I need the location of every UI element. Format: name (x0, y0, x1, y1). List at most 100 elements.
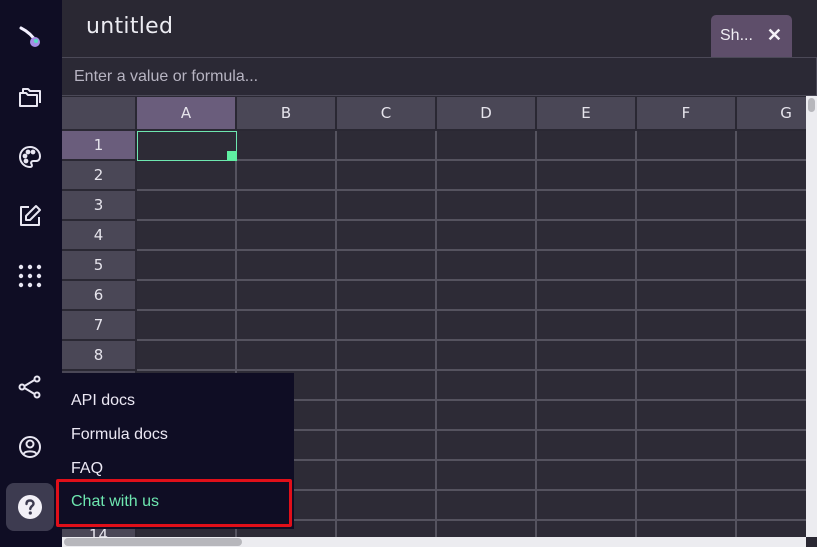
grid-cell[interactable] (737, 161, 807, 191)
row-header[interactable]: 7 (62, 311, 137, 341)
vertical-scrollbar[interactable] (806, 96, 817, 537)
grid-cell[interactable] (437, 521, 537, 537)
grid-cell[interactable] (637, 221, 737, 251)
column-header[interactable]: C (337, 97, 437, 131)
grid-cell[interactable] (337, 341, 437, 371)
grid-cell[interactable] (137, 221, 237, 251)
grid-cell[interactable] (637, 401, 737, 431)
sidebar-item-share[interactable] (6, 363, 54, 411)
grid-cell[interactable] (437, 371, 537, 401)
row-header[interactable]: 1 (62, 131, 137, 161)
grid-cell[interactable] (737, 221, 807, 251)
grid-cell[interactable] (137, 251, 237, 281)
fill-handle[interactable] (227, 151, 237, 161)
grid-cell[interactable] (537, 221, 637, 251)
grid-cell[interactable] (537, 191, 637, 221)
tab-sheet[interactable]: Sh... ✕ (711, 15, 792, 57)
grid-cell[interactable] (337, 401, 437, 431)
grid-cell[interactable] (437, 341, 537, 371)
grid-cell[interactable] (337, 491, 437, 521)
grid-cell[interactable] (637, 251, 737, 281)
grid-cell[interactable] (437, 161, 537, 191)
grid-cell[interactable] (337, 461, 437, 491)
grid-cell[interactable] (337, 431, 437, 461)
menu-item-formula-docs[interactable]: Formula docs (71, 426, 168, 444)
grid-cell[interactable] (737, 521, 807, 537)
grid-cell[interactable] (637, 341, 737, 371)
sidebar-item-edit[interactable] (6, 192, 54, 240)
horizontal-scroll-thumb[interactable] (64, 538, 242, 546)
grid-cell[interactable] (237, 341, 337, 371)
grid-cell[interactable] (537, 401, 637, 431)
grid-cell[interactable] (537, 341, 637, 371)
grid-cell[interactable] (637, 131, 737, 161)
grid-cell[interactable] (737, 251, 807, 281)
grid-cell[interactable] (737, 311, 807, 341)
grid-cell[interactable] (737, 491, 807, 521)
grid-cell[interactable] (137, 281, 237, 311)
row-header[interactable]: 8 (62, 341, 137, 371)
grid-cell[interactable] (637, 281, 737, 311)
grid-cell[interactable] (537, 431, 637, 461)
grid-cell[interactable] (137, 161, 237, 191)
grid-cell[interactable] (537, 161, 637, 191)
grid-cell[interactable] (437, 311, 537, 341)
grid-cell[interactable] (737, 431, 807, 461)
sidebar-item-theme[interactable] (6, 133, 54, 181)
column-header[interactable]: A (137, 97, 237, 131)
vertical-scroll-thumb[interactable] (808, 98, 815, 112)
sidebar-item-help[interactable] (6, 483, 54, 531)
grid-cell[interactable] (437, 251, 537, 281)
column-header[interactable]: E (537, 97, 637, 131)
grid-cell[interactable] (537, 521, 637, 537)
grid-cell[interactable] (337, 521, 437, 537)
horizontal-scrollbar[interactable] (62, 537, 806, 547)
grid-cell[interactable] (237, 281, 337, 311)
grid-cell[interactable] (337, 371, 437, 401)
row-header[interactable]: 2 (62, 161, 137, 191)
grid-cell[interactable] (437, 191, 537, 221)
row-header[interactable]: 3 (62, 191, 137, 221)
row-header[interactable]: 5 (62, 251, 137, 281)
menu-item-faq[interactable]: FAQ (71, 460, 103, 478)
grid-cell[interactable] (637, 371, 737, 401)
column-header[interactable]: D (437, 97, 537, 131)
document-title[interactable]: untitled (86, 14, 173, 39)
grid-cell[interactable] (637, 491, 737, 521)
grid-cell[interactable] (637, 311, 737, 341)
active-cell[interactable] (137, 131, 237, 161)
row-header[interactable]: 4 (62, 221, 137, 251)
grid-cell[interactable] (537, 491, 637, 521)
grid-cell[interactable] (737, 281, 807, 311)
grid-cell[interactable] (637, 461, 737, 491)
grid-cell[interactable] (637, 191, 737, 221)
grid-cell[interactable] (737, 401, 807, 431)
grid-cell[interactable] (737, 461, 807, 491)
grid-cell[interactable] (137, 191, 237, 221)
grid-cell[interactable] (337, 161, 437, 191)
grid-cell[interactable] (537, 461, 637, 491)
logo-button[interactable] (6, 14, 54, 62)
grid-cell[interactable] (537, 281, 637, 311)
grid-cell[interactable] (437, 461, 537, 491)
grid-cell[interactable] (537, 371, 637, 401)
grid-cell[interactable] (737, 191, 807, 221)
grid-cell[interactable] (237, 191, 337, 221)
grid-cell[interactable] (337, 221, 437, 251)
grid-cell[interactable] (137, 311, 237, 341)
grid-cell[interactable] (237, 161, 337, 191)
grid-cell[interactable] (337, 281, 437, 311)
grid-cell[interactable] (737, 371, 807, 401)
grid-cell[interactable] (637, 161, 737, 191)
sidebar-item-account[interactable] (6, 423, 54, 471)
column-header[interactable]: F (637, 97, 737, 131)
grid-cell[interactable] (437, 221, 537, 251)
column-header[interactable]: B (237, 97, 337, 131)
grid-cell[interactable] (537, 311, 637, 341)
grid-cell[interactable] (437, 131, 537, 161)
grid-cell[interactable] (337, 311, 437, 341)
grid-cell[interactable] (337, 131, 437, 161)
grid-cell[interactable] (637, 521, 737, 537)
grid-cell[interactable] (737, 131, 807, 161)
column-header[interactable]: G (737, 97, 807, 131)
